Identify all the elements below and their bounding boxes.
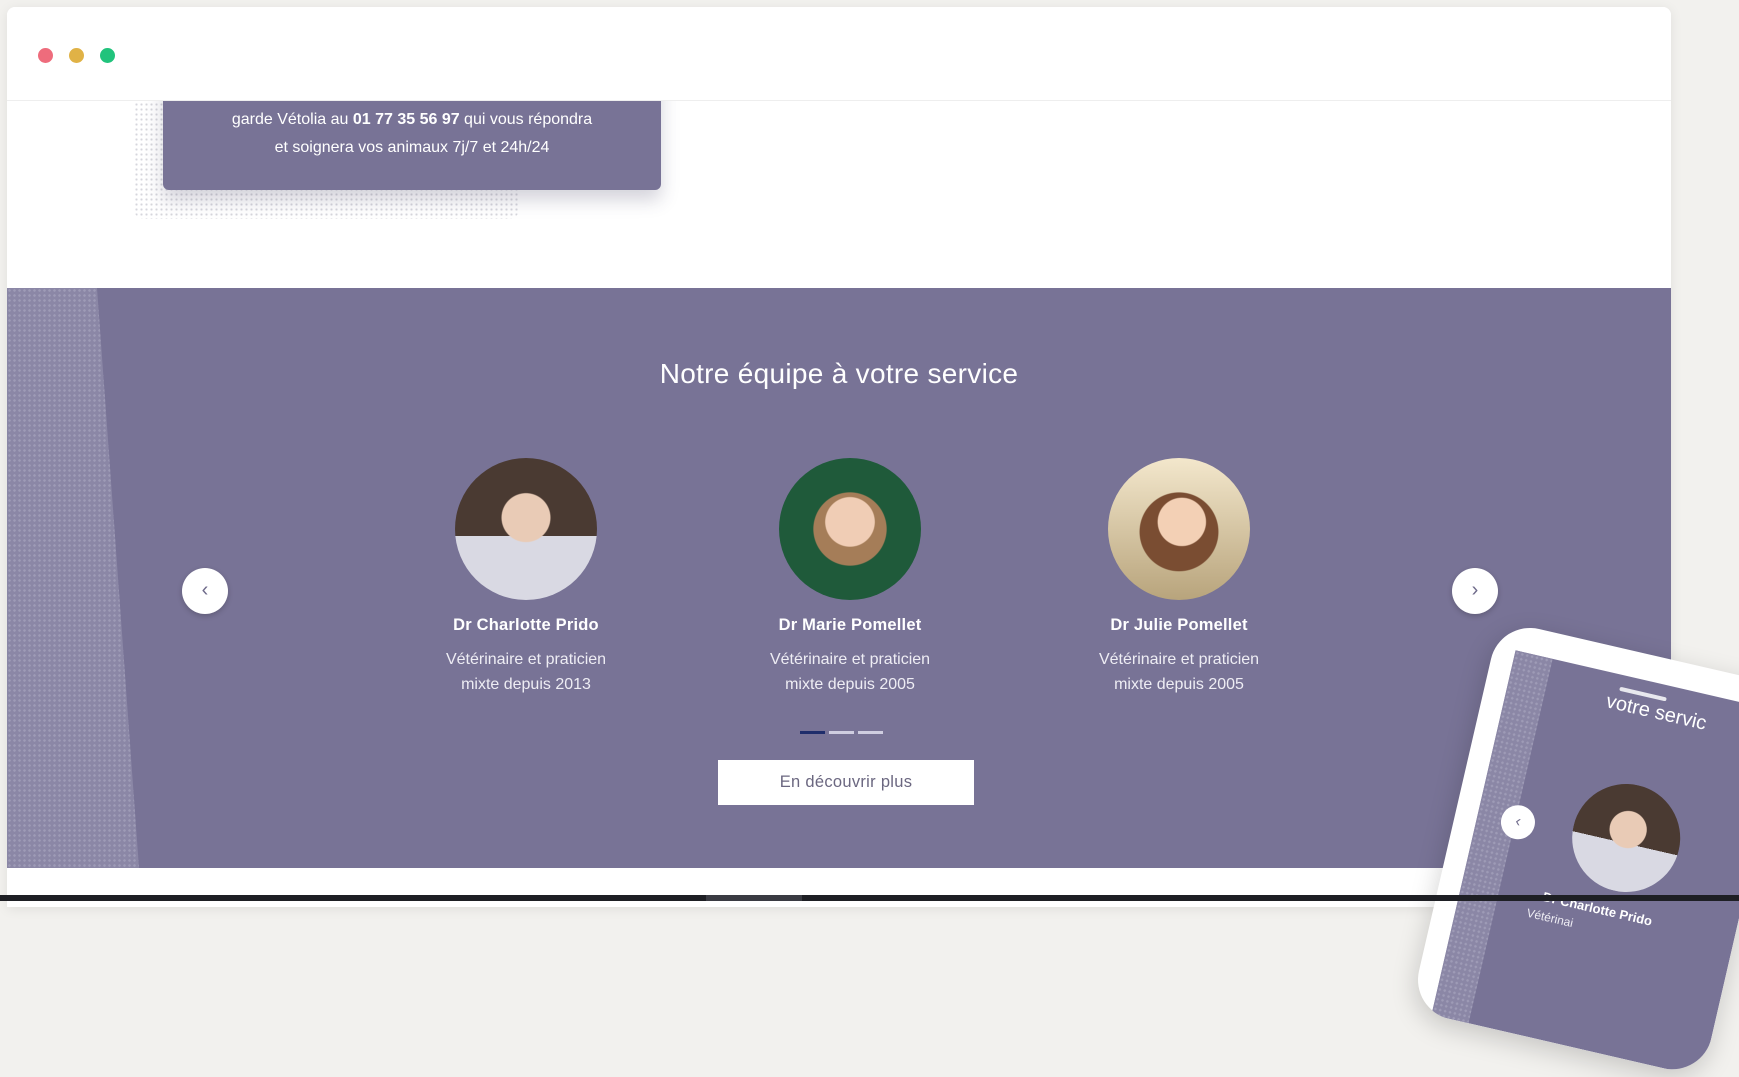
member-role: Vétérinaire et praticien mixte depuis 20…	[406, 647, 646, 697]
info-text: qui vous répondra	[459, 111, 593, 128]
member-name: Dr Julie Pomellet	[1110, 616, 1248, 634]
carousel-indicator-1[interactable]	[800, 731, 825, 734]
carousel-prev-button[interactable]: ‹	[182, 568, 228, 614]
close-window-button[interactable]	[38, 48, 53, 63]
member-name: Dr Marie Pomellet	[778, 616, 922, 634]
info-text: garde Vétolia au	[231, 111, 353, 128]
carousel-indicators	[800, 731, 887, 735]
carousel-indicator-3[interactable]	[858, 731, 883, 734]
carousel-next-button[interactable]: ›	[1452, 568, 1498, 614]
team-section: Notre équipe à votre service ‹ › Dr Char…	[7, 288, 1671, 868]
portrait-photo	[455, 458, 597, 600]
member-role-line: mixte depuis 2013	[461, 676, 591, 693]
member-name: Dr Charlotte Prido	[453, 616, 599, 634]
info-card-line-1: garde Vétolia au 01 77 35 56 97 qui vous…	[163, 106, 661, 134]
taskbar	[0, 895, 1739, 901]
discover-more-button[interactable]: En découvrir plus	[718, 760, 974, 805]
member-role-line: mixte depuis 2005	[785, 676, 915, 693]
info-card-line-2: et soignera vos animaux 7j/7 et 24h/24	[274, 139, 550, 156]
portrait-photo	[779, 458, 921, 600]
chevron-left-icon: ‹	[1513, 812, 1523, 831]
team-member-card: Dr Marie Pomellet Vétérinaire et pratici…	[730, 458, 970, 697]
window-titlebar	[7, 7, 1671, 101]
member-role: Vétérinaire et praticien mixte depuis 20…	[1059, 647, 1299, 697]
avatar	[455, 458, 597, 600]
minimize-window-button[interactable]	[69, 48, 84, 63]
member-role-line: mixte depuis 2005	[1114, 676, 1244, 693]
member-role-line: Vétérinaire et praticien	[1098, 651, 1260, 668]
phone-screen: votre servic ‹ Dr Charlotte Prido Vétéri…	[1431, 650, 1739, 1077]
portrait-photo	[1561, 773, 1691, 903]
chevron-left-icon: ‹	[201, 579, 209, 601]
chevron-right-icon: ›	[1471, 579, 1479, 601]
avatar	[1561, 773, 1691, 903]
avatar	[779, 458, 921, 600]
avatar	[1108, 458, 1250, 600]
browser-window: garde Vétolia au 01 77 35 56 97 qui vous…	[7, 7, 1671, 907]
member-role-line: Vétérinaire et praticien	[769, 651, 931, 668]
emergency-phone-number[interactable]: 01 77 35 56 97	[353, 111, 460, 128]
team-member-card: Dr Julie Pomellet Vétérinaire et pratici…	[1059, 458, 1299, 697]
member-role-line: Vétérinaire et praticien	[445, 651, 607, 668]
team-section-title: Notre équipe à votre service	[659, 358, 1019, 389]
member-role: Vétérinaire et praticien mixte depuis 20…	[730, 647, 970, 697]
team-member-card: Dr Charlotte Prido Vétérinaire et pratic…	[406, 458, 646, 697]
maximize-window-button[interactable]	[100, 48, 115, 63]
portrait-photo	[1108, 458, 1250, 600]
taskbar-item[interactable]	[706, 895, 802, 901]
carousel-indicator-2[interactable]	[829, 731, 854, 734]
